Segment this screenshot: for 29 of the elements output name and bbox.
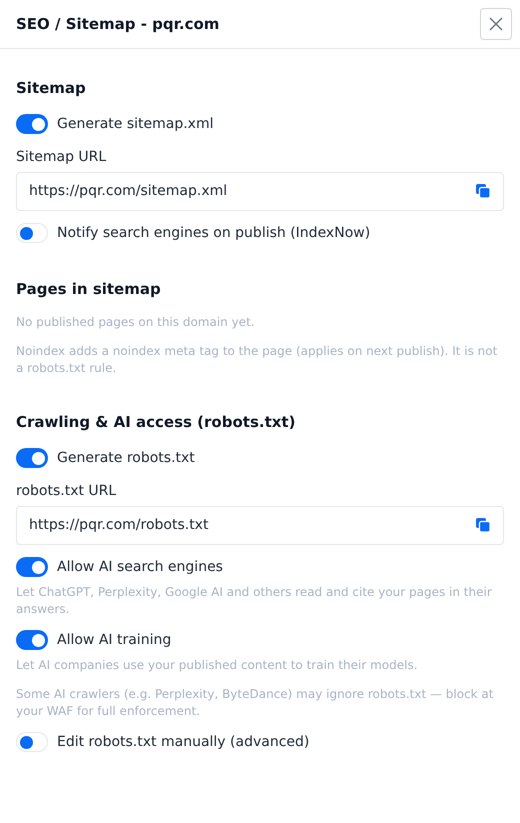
url-field[interactable]: https://pqr.com/robots.txt xyxy=(16,506,504,544)
field-label: Sitemap URL xyxy=(16,148,108,166)
toggle-switch[interactable] xyxy=(16,223,48,243)
toggle-label: Generate robots.txt xyxy=(57,448,195,468)
field-label: robots.txt URL xyxy=(16,482,118,500)
toggle-label: Edit robots.txt manually (advanced) xyxy=(57,732,310,752)
toggle-switch[interactable] xyxy=(16,732,48,752)
copy-icon[interactable] xyxy=(475,183,491,199)
help-text: Noindex adds a noindex meta tag to the page (applies on next publish). It is not a robots.txt rule. xyxy=(16,343,498,377)
toggle-label: Allow AI training xyxy=(57,630,172,650)
copy-icon[interactable] xyxy=(475,517,491,533)
close-icon xyxy=(488,16,504,32)
section-heading: Pages in sitemap xyxy=(16,278,162,300)
help-text: No published pages on this domain yet. xyxy=(16,314,256,331)
close-button[interactable] xyxy=(480,8,512,40)
section-heading: Crawling & AI access (robots.txt) xyxy=(16,412,296,433)
toggle-label: Allow AI search engines xyxy=(57,558,223,576)
url-field[interactable]: https://pqr.com/sitemap.xml xyxy=(16,172,504,210)
help-text: Let AI companies use your published content to train their models. xyxy=(16,656,419,674)
toggle-switch[interactable] xyxy=(16,448,48,468)
toggle-switch[interactable] xyxy=(16,114,48,134)
help-text: Some AI crawlers (e.g. Perplexity, ByteDance) may ignore robots.txt — block at your WAF for full enforcement. xyxy=(16,686,494,720)
dialog-title: SEO / Sitemap - pqr.com xyxy=(16,14,220,35)
toggle-label: Notify search engines on publish (IndexNow) xyxy=(57,224,370,242)
help-text: Let ChatGPT, Perplexity, Google AI and others read and cite your pages in their answers. xyxy=(16,584,493,618)
toggle-label: Generate sitemap.xml xyxy=(57,114,214,134)
toggle-switch[interactable] xyxy=(16,630,48,650)
toggle-switch[interactable] xyxy=(16,557,48,577)
section-heading: Sitemap xyxy=(16,78,87,99)
